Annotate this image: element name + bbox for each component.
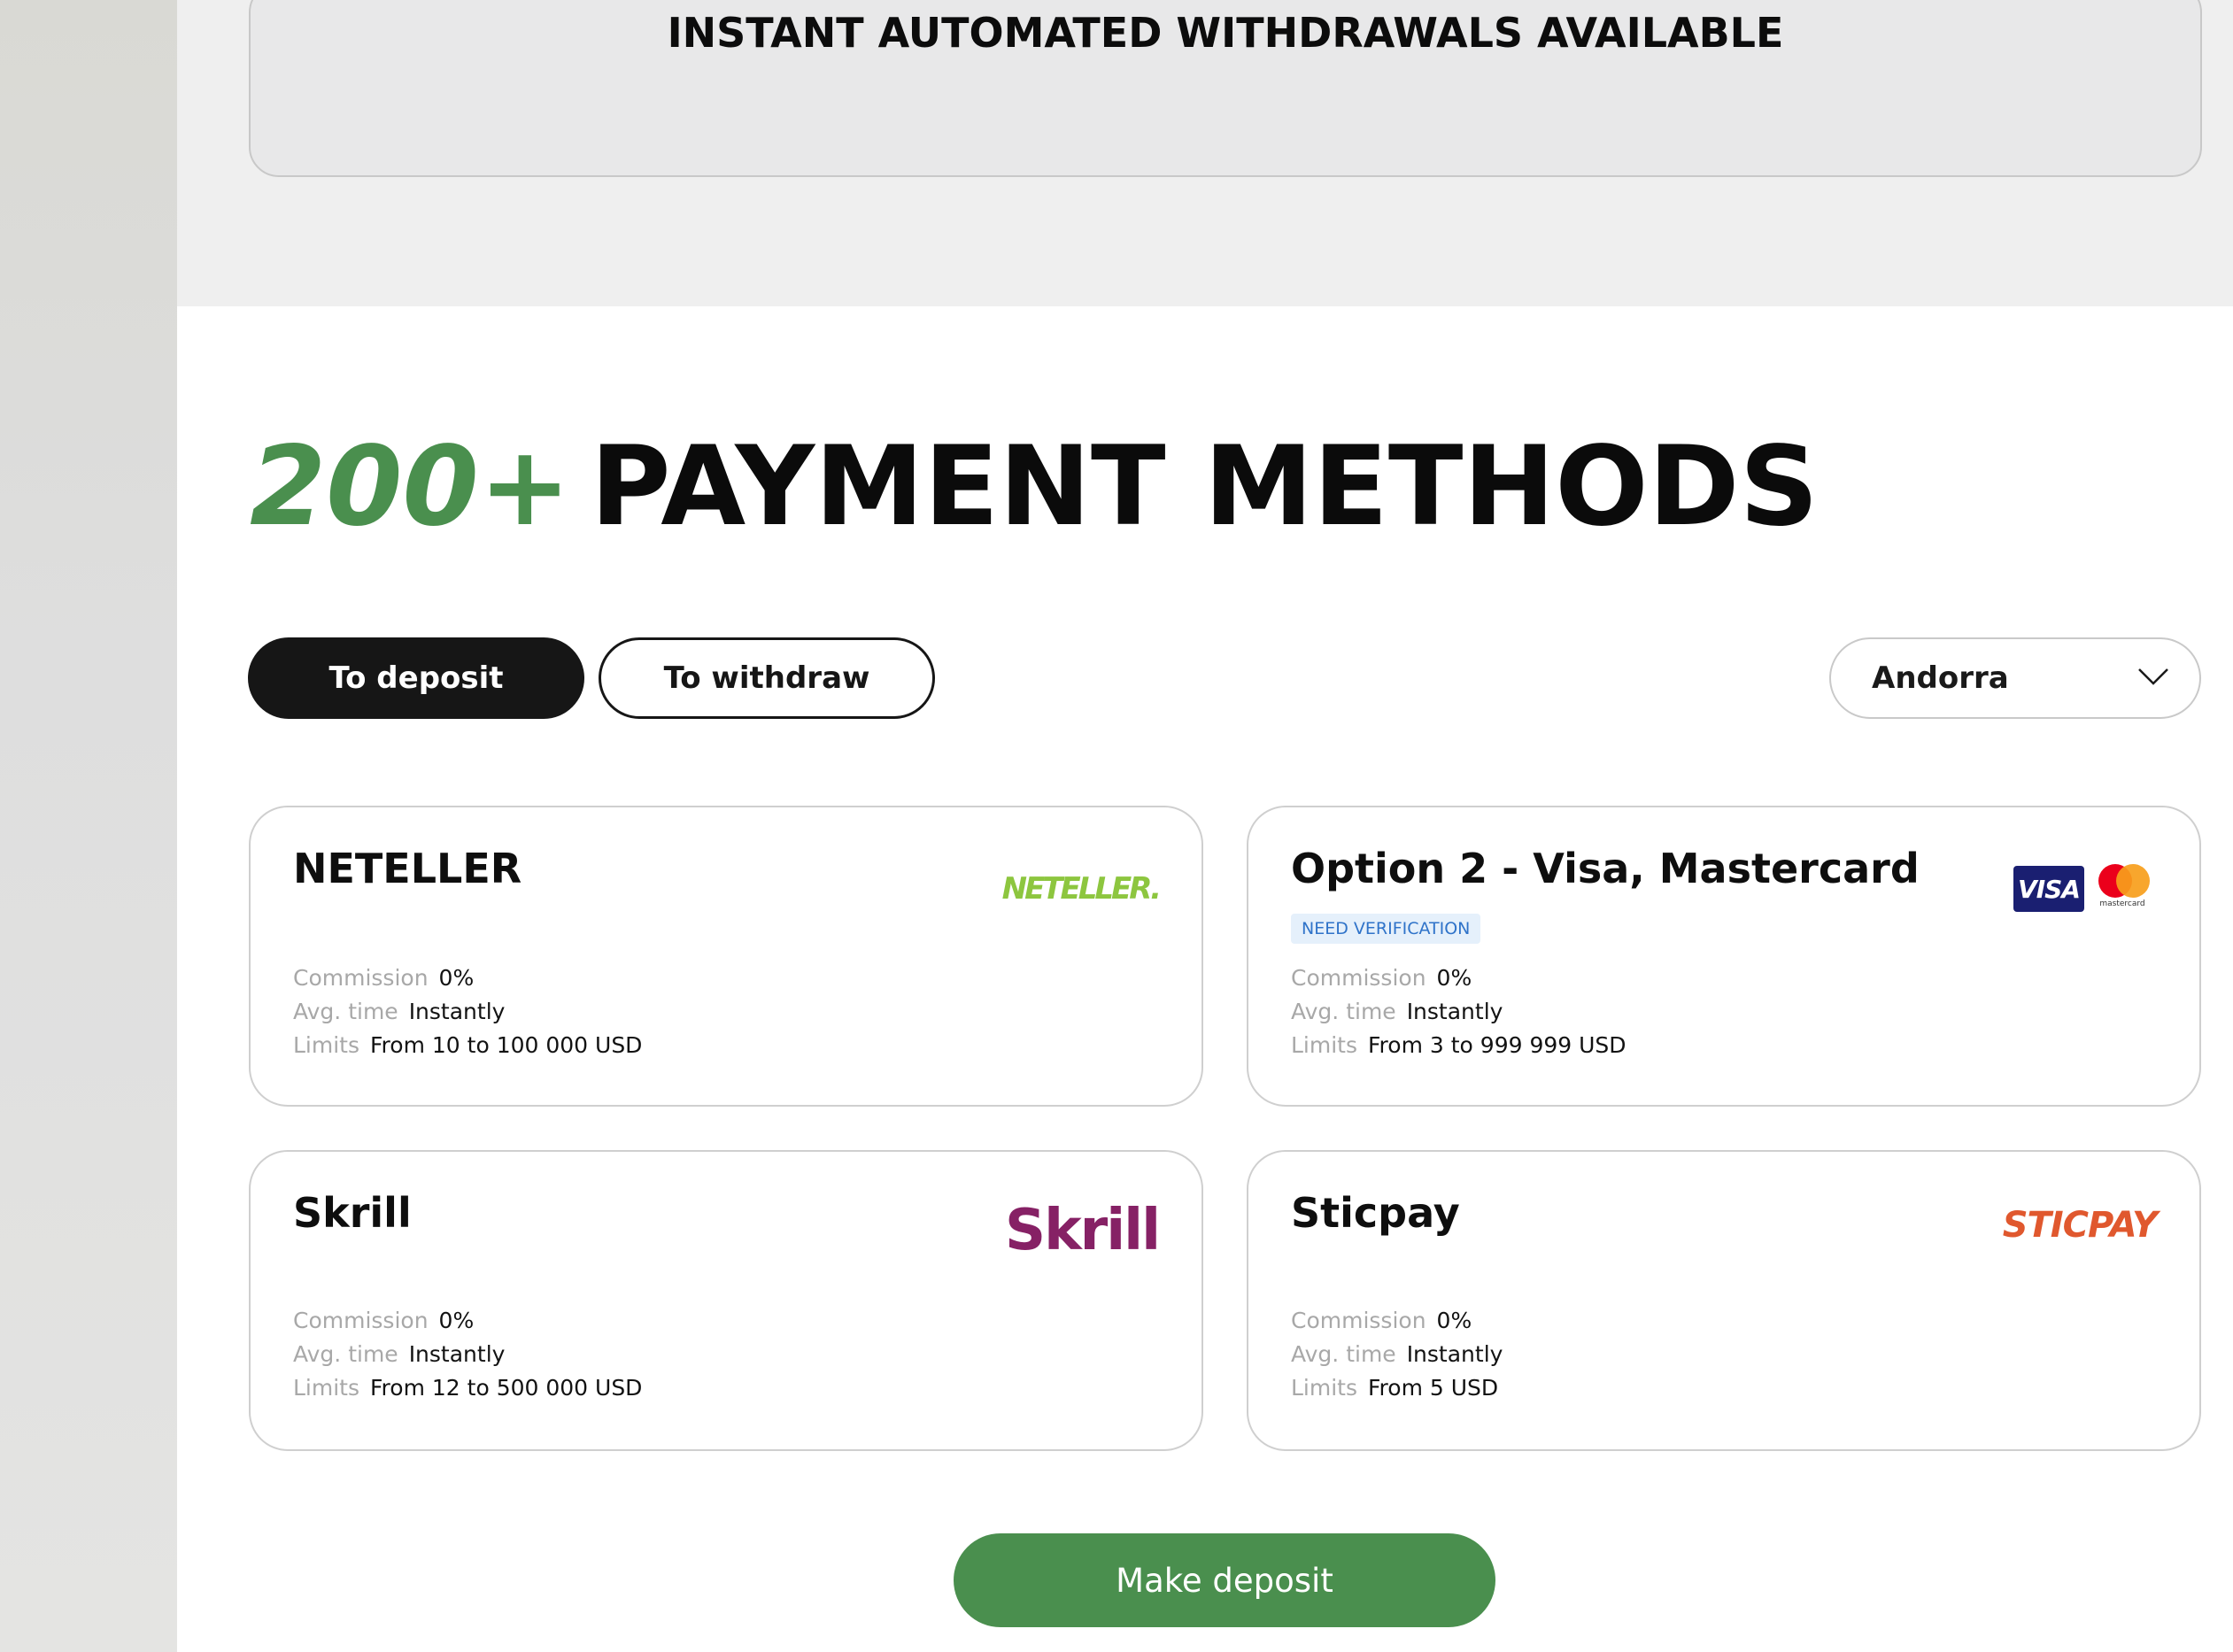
avg-time-value: Instantly [1406,999,1503,1024]
commission-value: 0% [438,1308,475,1333]
avg-time-label: Avg. time [1291,999,1396,1024]
avg-time-label: Avg. time [293,999,398,1024]
method-title: Option 2 - Visa, Mastercard [1291,845,1920,892]
mastercard-icon: mastercard [2091,862,2153,915]
commission-label: Commission [293,965,429,991]
avg-time-label: Avg. time [293,1341,398,1367]
method-details: Commission 0% Avg. time Instantly Limits Fr… [1291,961,1626,1062]
verification-badge: NEED VERIFICATION [1291,914,1481,944]
method-details: Commission 0% Avg. time Instantly Limits Fr… [1291,1304,1503,1405]
make-deposit-button[interactable]: Make deposit [954,1533,1495,1627]
neteller-logo: NETELLER. [1001,871,1162,907]
commission-label: Commission [1291,965,1426,991]
avg-time-value: Instantly [408,999,506,1024]
mastercard-label: mastercard [2099,899,2145,908]
country-select-value: Andorra [1872,660,2009,696]
commission-value: 0% [1436,965,1472,991]
banner-text: INSTANT AUTOMATED WITHDRAWALS AVAILABLE [667,9,1784,57]
skrill-logo: Skrill [1004,1198,1161,1263]
avg-time-value: Instantly [408,1341,506,1367]
commission-value: 0% [1436,1308,1472,1333]
visa-icon: VISA [2013,866,2084,912]
avg-time-label: Avg. time [1291,1341,1396,1367]
commission-label: Commission [1291,1308,1426,1333]
method-details: Commission 0% Avg. time Instantly Limits Fr… [293,1304,642,1405]
withdrawals-banner: INSTANT AUTOMATED WITHDRAWALS AVAILABLE [249,0,2202,177]
country-select[interactable]: Andorra [1829,637,2201,719]
avg-time-value: Instantly [1406,1341,1503,1367]
limits-label: Limits [293,1032,359,1058]
tab-to-withdraw[interactable]: To withdraw [599,637,935,719]
method-details: Commission 0% Avg. time Instantly Limits Fr… [293,961,642,1062]
payment-method-card-skrill[interactable]: Skrill Skrill Commission 0% Avg. time Inst… [249,1150,1203,1451]
left-side-panel [0,0,177,1652]
commission-value: 0% [438,965,475,991]
page-title: 200+ PAYMENT METHODS [250,421,1819,553]
method-title: Skrill [293,1189,412,1237]
limits-value: From 10 to 100 000 USD [370,1032,643,1058]
limits-label: Limits [1291,1032,1357,1058]
limits-value: From 5 USD [1368,1375,1499,1401]
commission-label: Commission [293,1308,429,1333]
title-text: PAYMENT METHODS [590,423,1819,551]
payment-method-card-visa-mastercard[interactable]: Option 2 - Visa, Mastercard NEED VERIFIC… [1247,806,2201,1107]
tab-to-deposit[interactable]: To deposit [248,637,584,719]
payment-method-card-sticpay[interactable]: Sticpay STICPAY Commission 0% Avg. time In… [1247,1150,2201,1451]
card-logos: VISA mastercard [2013,862,2153,915]
payment-method-card-neteller[interactable]: NETELLER NETELLER. Commission 0% Avg. tim… [249,806,1203,1107]
sticpay-logo: STICPAY [2002,1205,2158,1246]
limits-value: From 12 to 500 000 USD [370,1375,643,1401]
title-accent: 200+ [250,423,571,551]
limits-label: Limits [293,1375,359,1401]
method-title: Sticpay [1291,1189,1460,1237]
limits-value: From 3 to 999 999 USD [1368,1032,1626,1058]
limits-label: Limits [1291,1375,1357,1401]
method-title: NETELLER [293,845,522,892]
chevron-down-icon [2138,668,2168,685]
